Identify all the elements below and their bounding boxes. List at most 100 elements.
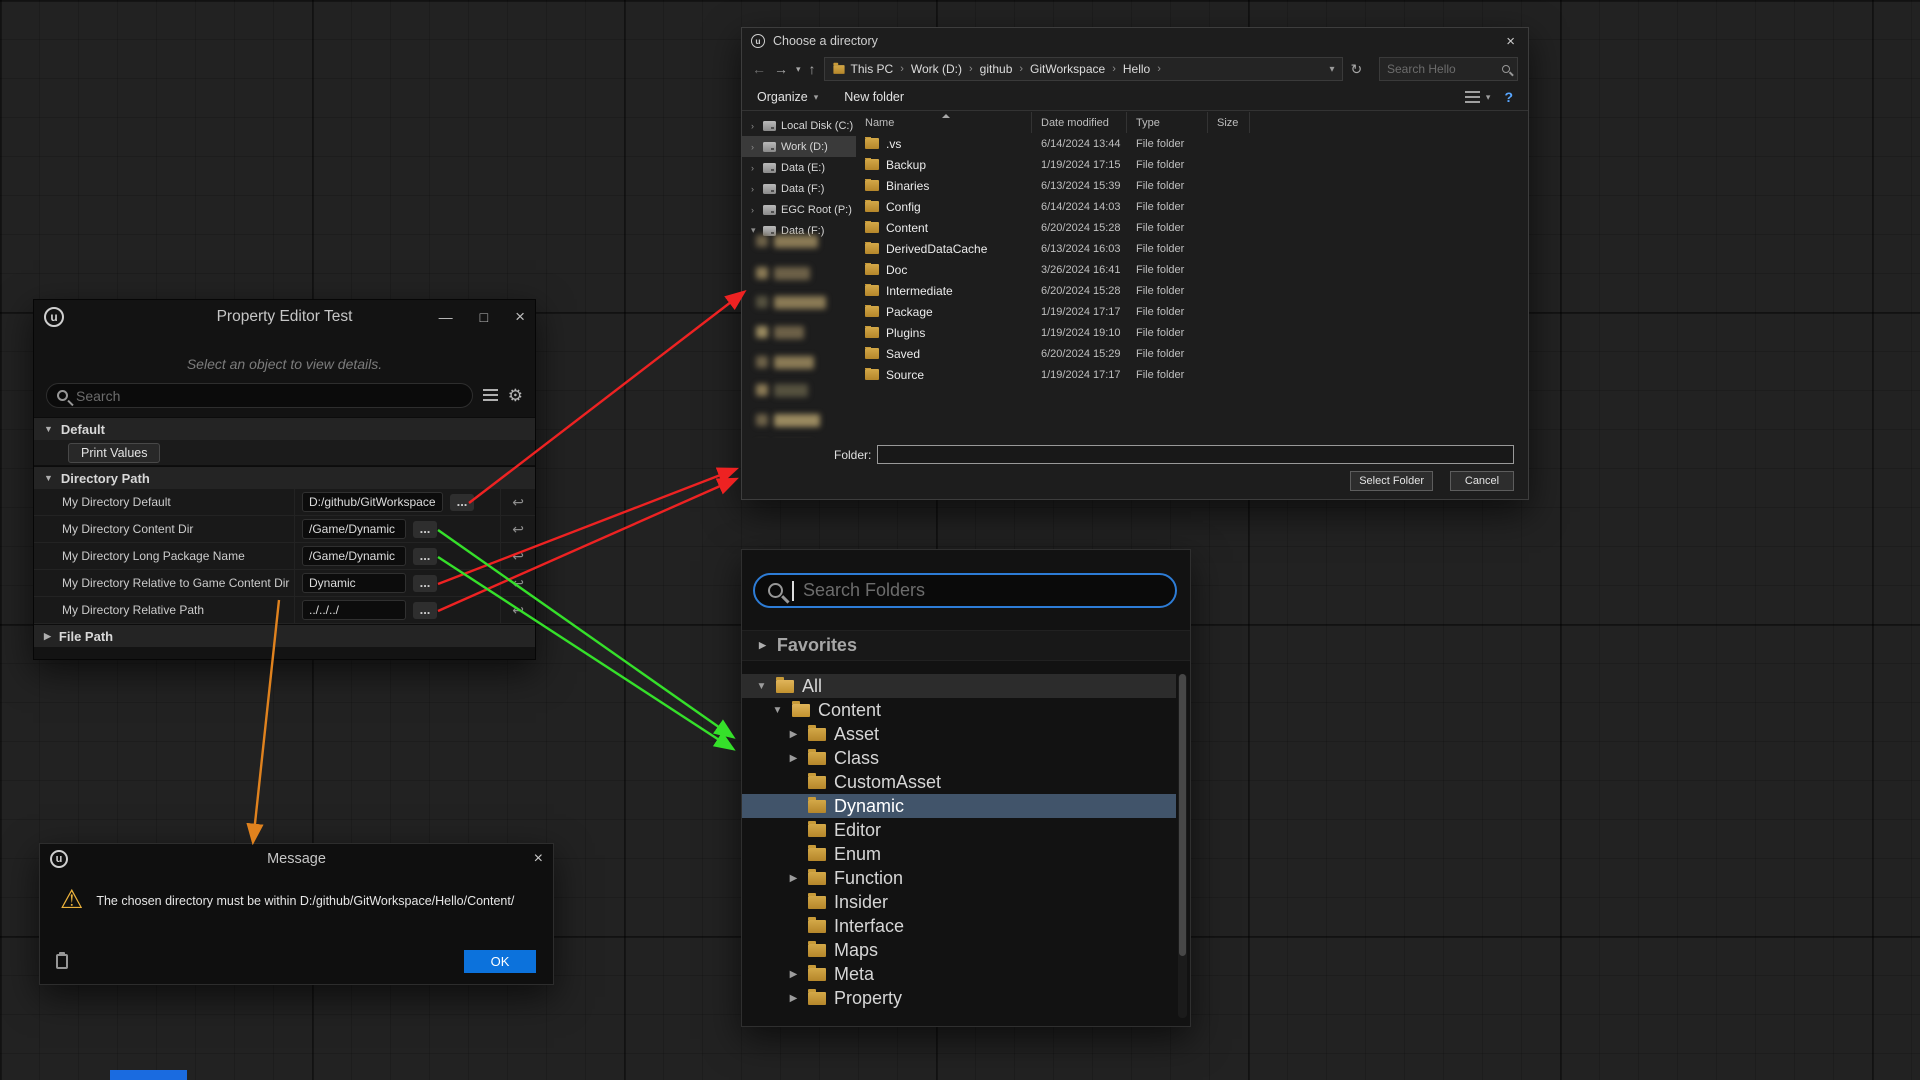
section-directory-path[interactable]: ▼ Directory Path [34, 466, 535, 489]
reset-to-default-icon[interactable]: ↩ [512, 522, 524, 536]
file-row[interactable]: Saved 6/20/2024 15:29 File folder [856, 343, 1527, 364]
tree-item-all[interactable]: ▼ All [742, 674, 1176, 698]
tree-item-function[interactable]: ▶ Function [742, 866, 1176, 890]
tree-item-maps[interactable]: Maps [742, 938, 1176, 962]
select-folder-button[interactable]: Select Folder [1350, 471, 1433, 491]
ok-button[interactable]: OK [464, 950, 536, 973]
print-values-button[interactable]: Print Values [68, 443, 160, 463]
property-editor-titlebar[interactable]: u Property Editor Test — □ × [34, 300, 535, 334]
breadcrumb-this-pc[interactable]: This PC [847, 62, 898, 76]
maximize-button[interactable]: □ [480, 309, 488, 325]
reset-to-default-icon[interactable]: ↩ [512, 495, 524, 509]
folder-search-input[interactable] [803, 580, 1162, 601]
tree-item-customasset[interactable]: CustomAsset [742, 770, 1176, 794]
tree-item-interface[interactable]: Interface [742, 914, 1176, 938]
search-input[interactable] [76, 388, 462, 404]
forward-icon[interactable]: → [774, 62, 788, 76]
tree-item-data-e[interactable]: › Data (E:) [742, 157, 856, 178]
section-default[interactable]: ▼ Default [34, 417, 535, 440]
history-dropdown-icon[interactable]: ▾ [796, 65, 801, 74]
copy-to-clipboard-icon[interactable] [56, 954, 68, 969]
reset-to-default-icon[interactable]: ↩ [512, 576, 524, 590]
tree-item-property[interactable]: ▶ Property [742, 986, 1176, 1010]
chevron-right-icon[interactable]: ▶ [787, 729, 800, 740]
relative-to-game-content-input[interactable] [302, 573, 406, 593]
browse-button[interactable]: ... [413, 602, 437, 619]
directory-default-input[interactable] [302, 492, 443, 512]
dialog-titlebar[interactable]: u Choose a directory × [742, 28, 1528, 54]
message-titlebar[interactable]: u Message × [40, 844, 553, 874]
breadcrumb-github[interactable]: github [976, 62, 1017, 76]
chevron-right-icon[interactable]: › [751, 205, 758, 215]
file-row[interactable]: Binaries 6/13/2024 15:39 File folder [856, 175, 1527, 196]
tree-item-meta[interactable]: ▶ Meta [742, 962, 1176, 986]
long-package-name-input[interactable] [302, 546, 406, 566]
chevron-right-icon[interactable]: › [751, 163, 758, 173]
browse-button[interactable]: ... [413, 548, 437, 565]
minimize-button[interactable]: — [439, 309, 453, 325]
file-row[interactable]: Doc 3/26/2024 16:41 File folder [856, 259, 1527, 280]
chevron-right-icon[interactable]: ▶ [787, 993, 800, 1004]
content-dir-input[interactable] [302, 519, 406, 539]
section-file-path[interactable]: ▶ File Path [34, 624, 535, 647]
reset-to-default-icon[interactable]: ↩ [512, 549, 524, 563]
tree-item-data-f[interactable]: › Data (F:) [742, 178, 856, 199]
tree-item-insider[interactable]: Insider [742, 890, 1176, 914]
close-button[interactable]: × [534, 850, 543, 868]
help-icon[interactable]: ? [1504, 89, 1513, 105]
tree-item-egc-root-p[interactable]: › EGC Root (P:) [742, 199, 856, 220]
chevron-right-icon[interactable]: ▶ [787, 753, 800, 764]
chevron-right-icon[interactable]: ▶ [787, 969, 800, 980]
breadcrumb-dropdown-icon[interactable]: ▾ [1330, 64, 1335, 75]
tree-item-local-disk-c[interactable]: › Local Disk (C:) [742, 115, 856, 136]
new-folder-button[interactable]: New folder [844, 90, 904, 104]
file-row[interactable]: Intermediate 6/20/2024 15:28 File folder [856, 280, 1527, 301]
close-button[interactable]: × [515, 307, 525, 327]
tree-item-editor[interactable]: Editor [742, 818, 1176, 842]
up-icon[interactable]: ↑ [809, 62, 816, 76]
dialog-search-input[interactable] [1387, 62, 1498, 76]
chevron-right-icon[interactable]: › [751, 184, 758, 194]
file-row[interactable]: Package 1/19/2024 17:17 File folder [856, 301, 1527, 322]
reset-to-default-icon[interactable]: ↩ [512, 603, 524, 617]
tree-item-work-d[interactable]: › Work (D:) [742, 136, 856, 157]
organize-button[interactable]: Organize ▾ [757, 90, 818, 104]
breadcrumb[interactable]: This PC › Work (D:) › github › GitWorksp… [824, 57, 1343, 81]
breadcrumb-gitworkspace[interactable]: GitWorkspace [1026, 62, 1109, 76]
chevron-right-icon[interactable]: › [751, 121, 758, 131]
tree-item-enum[interactable]: Enum [742, 842, 1176, 866]
file-row[interactable]: Config 6/14/2024 14:03 File folder [856, 196, 1527, 217]
scrollbar[interactable] [1178, 674, 1187, 1018]
scrollbar-thumb[interactable] [1179, 674, 1186, 956]
column-header-date-modified[interactable]: Date modified [1032, 112, 1127, 133]
gear-icon[interactable]: ⚙ [508, 387, 523, 404]
refresh-icon[interactable]: ↻ [1351, 61, 1363, 78]
column-header-type[interactable]: Type [1127, 112, 1208, 133]
favorites-header[interactable]: ▶ Favorites [742, 630, 1190, 661]
browse-button[interactable]: ... [413, 521, 437, 538]
relative-path-input[interactable] [302, 600, 406, 620]
change-view-button[interactable]: ▾ [1465, 91, 1491, 103]
chevron-down-icon[interactable]: ▼ [755, 681, 768, 692]
file-row[interactable]: Plugins 1/19/2024 19:10 File folder [856, 322, 1527, 343]
back-icon[interactable]: ← [752, 62, 766, 76]
file-row[interactable]: .vs 6/14/2024 13:44 File folder [856, 133, 1527, 154]
tree-item-content[interactable]: ▼ Content [742, 698, 1176, 722]
file-row[interactable]: Backup 1/19/2024 17:15 File folder [856, 154, 1527, 175]
display-options-icon[interactable] [483, 389, 498, 402]
chevron-right-icon[interactable]: › [751, 142, 758, 152]
browse-button[interactable]: ... [450, 494, 474, 511]
chevron-down-icon[interactable]: ▼ [771, 705, 784, 716]
file-row[interactable]: Content 6/20/2024 15:28 File folder [856, 217, 1527, 238]
file-row[interactable]: Source 1/19/2024 17:17 File folder [856, 364, 1527, 385]
chevron-right-icon[interactable]: ▶ [787, 873, 800, 884]
column-header-name[interactable]: Name [856, 112, 1032, 133]
tree-item-class[interactable]: ▶ Class [742, 746, 1176, 770]
column-header-size[interactable]: Size [1208, 112, 1250, 133]
breadcrumb-work-d[interactable]: Work (D:) [907, 62, 966, 76]
file-row[interactable]: DerivedDataCache 6/13/2024 16:03 File fo… [856, 238, 1527, 259]
tree-item-asset[interactable]: ▶ Asset [742, 722, 1176, 746]
breadcrumb-hello[interactable]: Hello [1119, 62, 1154, 76]
tree-item-dynamic[interactable]: Dynamic [742, 794, 1176, 818]
close-button[interactable]: × [1502, 33, 1519, 50]
